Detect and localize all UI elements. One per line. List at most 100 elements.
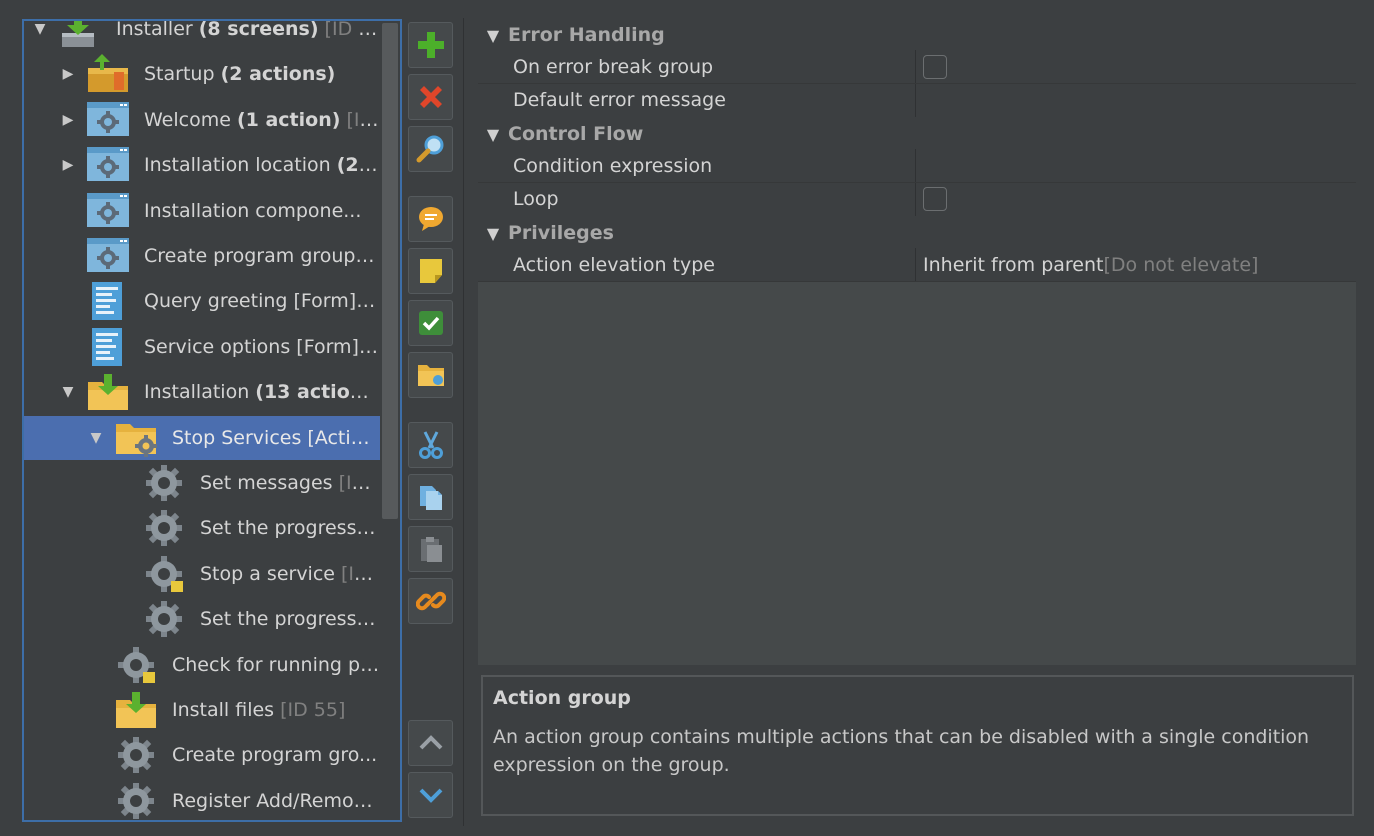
property-category[interactable]: ▼ Control Flow xyxy=(478,117,1356,151)
property-gutter xyxy=(478,83,506,117)
link-button[interactable] xyxy=(408,578,453,624)
add-button[interactable] xyxy=(408,22,453,68)
property-row[interactable]: Default error message xyxy=(478,83,1356,118)
gear-icon xyxy=(142,508,186,548)
tree-item[interactable]: Create program group [I... xyxy=(24,234,380,278)
expand-arrow-icon[interactable]: ▼ xyxy=(30,21,50,39)
delete-button[interactable] xyxy=(408,74,453,120)
tree-item-count: (8 screens) xyxy=(198,19,319,40)
tree-item-name: Stop Services [Action... xyxy=(172,426,380,449)
description-panel: Action group An action group contains mu… xyxy=(481,675,1354,816)
tree-item[interactable]: ▼ Stop Services [Action... xyxy=(24,415,380,460)
tree-item-id: [ID... xyxy=(346,108,380,131)
tree-item[interactable]: ▶ Installation location (2 ... xyxy=(24,143,380,187)
expand-arrow-icon[interactable]: ▼ xyxy=(86,428,106,448)
tree-item[interactable]: Create program gro... xyxy=(24,733,380,777)
property-row[interactable]: On error break group xyxy=(478,50,1356,84)
property-row[interactable]: Loop xyxy=(478,182,1356,217)
property-checkbox[interactable] xyxy=(923,187,947,211)
tree-item[interactable]: Check for running pr... xyxy=(24,643,380,687)
property-value[interactable] xyxy=(916,149,1356,182)
category-expand-icon[interactable]: ▼ xyxy=(478,223,508,243)
property-value[interactable] xyxy=(916,182,1356,216)
tree-item[interactable]: ▶ Welcome (1 action) [ID... xyxy=(24,98,380,142)
property-name: Condition expression xyxy=(506,149,916,182)
property-value[interactable] xyxy=(916,83,1356,117)
description-title: Action group xyxy=(493,687,631,709)
plus-icon xyxy=(416,30,446,60)
property-value-hint: [Do not elevate] xyxy=(1103,253,1259,276)
cut-button[interactable] xyxy=(408,422,453,468)
tree-item-label: Service options [Form] [I... xyxy=(144,336,380,358)
move-down-button[interactable] xyxy=(408,772,453,818)
screen-gear-icon xyxy=(86,100,130,140)
tree-scrollbar-thumb[interactable] xyxy=(382,23,398,519)
tree-item[interactable]: ▼ Installation (13 action... xyxy=(24,370,380,414)
gear-icon xyxy=(142,599,186,639)
move-up-button[interactable] xyxy=(408,720,453,766)
category-expand-icon[interactable]: ▼ xyxy=(478,124,508,144)
search-button[interactable] xyxy=(408,126,453,172)
category-expand-icon[interactable]: ▼ xyxy=(478,25,508,45)
gear-note-icon xyxy=(142,554,186,594)
tree-item[interactable]: Register Add/Remov... xyxy=(24,779,380,820)
expand-arrow-icon[interactable]: ▼ xyxy=(58,382,78,402)
collapse-arrow-icon[interactable]: ▶ xyxy=(58,64,78,84)
chevron-down-icon xyxy=(416,780,446,810)
note-button[interactable] xyxy=(408,248,453,294)
tree-item-name: Installation location xyxy=(144,154,337,177)
screen-gear-icon xyxy=(86,236,130,276)
comment-button[interactable] xyxy=(408,196,453,242)
property-name: Loop xyxy=(506,182,916,216)
tree-item[interactable]: Query greeting [Form] [I... xyxy=(24,279,380,323)
tree-item-label: Installation (13 action... xyxy=(144,381,380,403)
tree-item[interactable]: Service options [Form] [I... xyxy=(24,325,380,369)
tree-item-label: Set the progress b... xyxy=(200,608,380,630)
tree-item-name: Query greeting [Form] xyxy=(144,290,363,313)
tree-item-label: Create program group [I... xyxy=(144,245,380,267)
copy-icon xyxy=(416,482,446,512)
cross-icon xyxy=(416,82,446,112)
tree-item[interactable]: Stop a service [ID ... xyxy=(24,552,380,596)
property-row[interactable]: Action elevation type Inherit from parent… xyxy=(478,248,1356,282)
folder-button[interactable] xyxy=(408,352,453,398)
tree-item[interactable]: Set the progress b... xyxy=(24,597,380,641)
property-value[interactable]: Inherit from parent [Do not elevate] xyxy=(916,248,1356,281)
tree-item[interactable]: Set messages [ID ... xyxy=(24,461,380,505)
check-button[interactable] xyxy=(408,300,453,346)
property-row[interactable]: Condition expression xyxy=(478,149,1356,183)
copy-button[interactable] xyxy=(408,474,453,520)
tree-item[interactable]: Install files [ID 55] xyxy=(24,688,380,732)
paste-button[interactable] xyxy=(408,526,453,572)
collapse-arrow-icon[interactable]: ▶ xyxy=(58,110,78,130)
tree-item-name: Install files xyxy=(172,699,281,721)
tree-item-label: Welcome (1 action) [ID... xyxy=(144,109,380,131)
tree-item[interactable]: Set the progress b... xyxy=(24,506,380,550)
gear-icon xyxy=(114,781,158,820)
property-name: On error break group xyxy=(506,50,916,83)
property-category[interactable]: ▼ Privileges xyxy=(478,216,1356,250)
speech-bubble-icon xyxy=(416,204,446,234)
property-name: Default error message xyxy=(506,83,916,117)
tree-item[interactable]: Installation compone... xyxy=(24,189,380,233)
startup-box-icon xyxy=(86,54,130,94)
tree-scrollbar[interactable] xyxy=(380,21,400,820)
property-checkbox[interactable] xyxy=(923,54,947,79)
tree-item[interactable]: ▶ Startup (2 actions) xyxy=(24,52,380,96)
tree-item-name: Set the progress b... xyxy=(200,517,380,540)
checkmark-icon xyxy=(416,308,446,338)
property-category[interactable]: ▼ Error Handling xyxy=(478,18,1356,52)
folder-download-icon xyxy=(86,372,130,412)
property-gutter xyxy=(478,182,506,216)
tree-item[interactable]: ▼ Installer (8 screens) [ID ins... xyxy=(24,19,380,51)
collapse-arrow-icon[interactable]: ▶ xyxy=(58,155,78,175)
property-value[interactable] xyxy=(916,50,1356,83)
sticky-note-icon xyxy=(416,256,446,286)
project-tree[interactable]: ▼ Installer (8 screens) [ID ins... ▶ Startu… xyxy=(22,19,402,822)
tree-item-count: (2 ... xyxy=(336,154,380,177)
tree-item-id: [ID ins... xyxy=(324,19,380,40)
tree-item-label: Installer (8 screens) [ID ins... xyxy=(116,19,380,40)
